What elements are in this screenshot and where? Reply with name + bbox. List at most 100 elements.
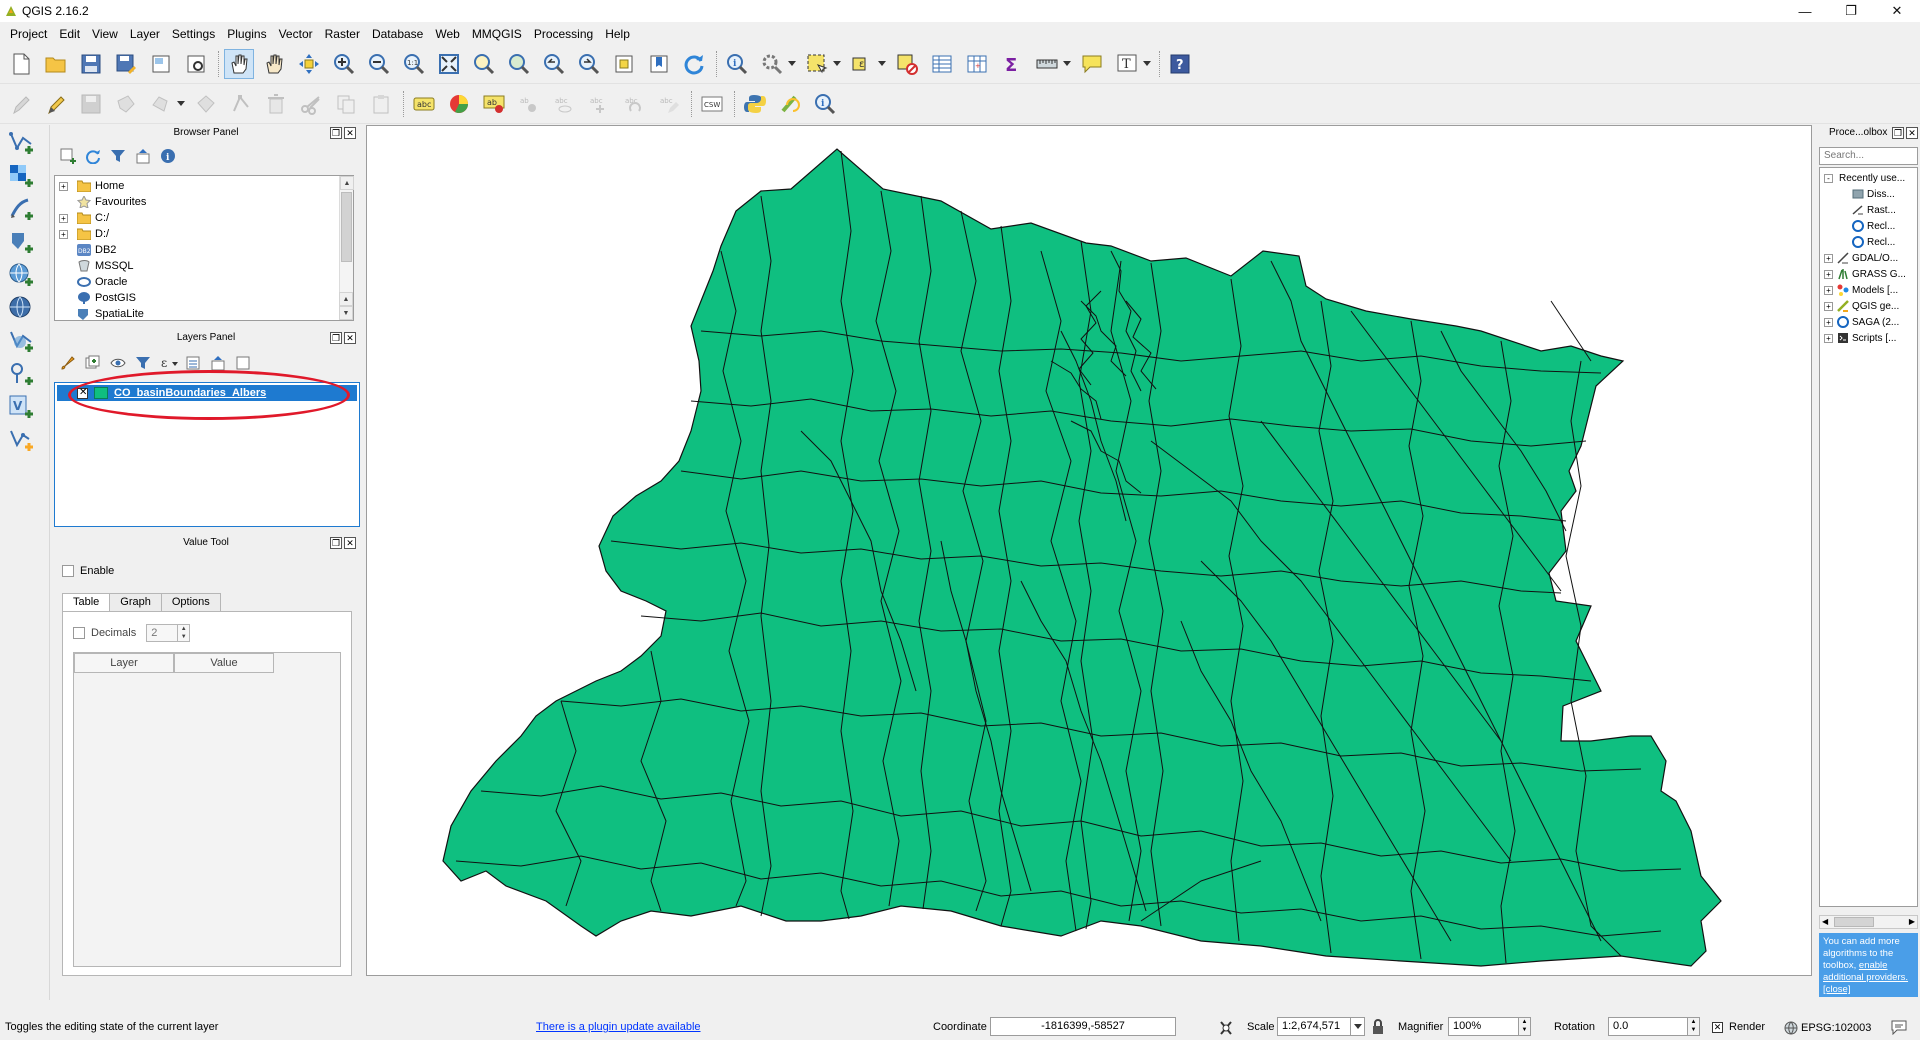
toolbox-item-dissolve[interactable]: Diss... [1820, 186, 1917, 202]
menu-project[interactable]: Project [4, 24, 53, 44]
plugin-update-link[interactable]: There is a plugin update available [536, 1021, 701, 1033]
select-by-value-button[interactable]: ε [847, 49, 877, 79]
collapse-all-layers-button[interactable] [210, 355, 226, 371]
current-edits-button[interactable] [6, 89, 36, 119]
toggle-extents-icon[interactable] [1218, 1020, 1234, 1036]
processing-search-input[interactable]: Search... [1819, 147, 1918, 165]
browser-item-db2[interactable]: DB2 DB2 [55, 242, 353, 258]
menu-layer[interactable]: Layer [124, 24, 166, 44]
expand-icon[interactable]: + [59, 181, 68, 191]
deselect-all-button[interactable] [892, 49, 922, 79]
measure-dropdown-icon[interactable] [1063, 61, 1071, 66]
zoom-to-selection-button[interactable] [469, 49, 499, 79]
manage-visibility-button[interactable] [110, 355, 126, 371]
text-annotation-button[interactable]: T [1112, 49, 1142, 79]
processing-tree[interactable]: - Recently use... Diss... Rast... Recl...… [1819, 167, 1918, 907]
toolbox-item-models[interactable]: + Models [... [1820, 282, 1917, 298]
pan-map-button[interactable] [224, 48, 254, 79]
menu-vector[interactable]: Vector [273, 24, 319, 44]
plugin-reloader-button[interactable] [775, 89, 805, 119]
add-postgis-layer-button[interactable] [4, 359, 42, 389]
expand-icon[interactable]: + [59, 229, 68, 239]
change-label-button[interactable]: abc [654, 89, 684, 119]
copy-features-button[interactable] [331, 89, 361, 119]
zoom-last-button[interactable] [539, 49, 569, 79]
spin-arrows-icon[interactable]: ▲ ▼ [1687, 1018, 1699, 1035]
toggle-editing-button[interactable] [41, 89, 71, 119]
filter-by-expression-button[interactable]: ε [160, 355, 182, 371]
spin-arrows-icon[interactable]: ▲ ▼ [1518, 1018, 1530, 1035]
toolbox-item-reclassify-1[interactable]: Recl... [1820, 218, 1917, 234]
select-features-button[interactable] [802, 49, 832, 79]
add-feature-button[interactable] [111, 89, 141, 119]
toolbox-item-saga[interactable]: + SAGA (2... [1820, 314, 1917, 330]
add-delimited-text-button[interactable] [4, 194, 42, 224]
minimize-button[interactable]: — [1782, 0, 1828, 22]
expand-icon[interactable]: + [1824, 333, 1833, 343]
add-csw-layer-button[interactable]: CSW [697, 89, 727, 119]
menu-processing[interactable]: Processing [528, 24, 599, 44]
identify-features-button[interactable]: i [722, 49, 752, 79]
add-vector-layer-button[interactable] [4, 128, 42, 158]
new-shapefile-layer-button[interactable] [4, 425, 42, 455]
new-bookmark-button[interactable] [644, 49, 674, 79]
expand-icon[interactable]: + [1824, 317, 1833, 327]
pin-unpin-labels-button[interactable]: ab [514, 89, 544, 119]
toolbox-item-recently-used[interactable]: - Recently use... [1820, 170, 1917, 186]
toolbox-item-scripts[interactable]: + Scripts [... [1820, 330, 1917, 346]
browser-item-mssql[interactable]: MSSQL [55, 258, 353, 274]
save-as-button[interactable] [111, 49, 141, 79]
refresh-browser-button[interactable] [85, 148, 101, 164]
close-panel-button[interactable]: ✕ [344, 537, 356, 549]
zoom-to-layer-button[interactable] [504, 49, 534, 79]
show-hide-labels-button[interactable]: abc [549, 89, 579, 119]
enable-checkbox[interactable] [62, 565, 74, 577]
menu-view[interactable]: View [86, 24, 124, 44]
add-raster-layer-button[interactable] [4, 161, 42, 191]
add-wms-layer-button[interactable] [4, 260, 42, 290]
add-wfs-layer-button[interactable] [4, 326, 42, 356]
tab-graph[interactable]: Graph [109, 593, 162, 611]
scroll-up-icon[interactable]: ▲ [340, 176, 354, 190]
map-canvas[interactable] [366, 125, 1812, 976]
float-panel-button[interactable]: ❐ [330, 537, 342, 549]
scroll-thumb[interactable] [341, 192, 352, 262]
menu-help[interactable]: Help [599, 24, 636, 44]
map-tips-button[interactable] [1077, 49, 1107, 79]
delete-selected-button[interactable] [261, 89, 291, 119]
scroll-thumb[interactable] [1834, 917, 1874, 927]
add-selected-layers-button[interactable] [60, 148, 76, 164]
restore-button[interactable]: ❐ [1828, 0, 1874, 22]
pan-to-selection-button[interactable] [294, 49, 324, 79]
add-part-button[interactable] [146, 89, 176, 119]
decimals-checkbox[interactable] [73, 627, 85, 639]
toolbox-item-reclassify-2[interactable]: Recl... [1820, 234, 1917, 250]
scroll-left-icon[interactable]: ◀ [1822, 917, 1828, 926]
field-calculator-button[interactable]: + [962, 49, 992, 79]
close-button[interactable]: ✕ [1874, 0, 1920, 22]
zoom-next-button[interactable] [574, 49, 604, 79]
toolbox-item-qgis-geoalgorithms[interactable]: + QGIS ge... [1820, 298, 1917, 314]
help-contents-button[interactable]: ? [1165, 49, 1195, 79]
add-spatialite-layer-button[interactable] [4, 227, 42, 257]
menu-settings[interactable]: Settings [166, 24, 221, 44]
browser-item-oracle[interactable]: Oracle [55, 274, 353, 290]
select-dropdown-icon[interactable] [833, 61, 841, 66]
node-tool-button[interactable] [226, 89, 256, 119]
collapse-all-button[interactable] [135, 148, 151, 164]
move-feature-button[interactable] [191, 89, 221, 119]
python-console-button[interactable] [740, 89, 770, 119]
paste-features-button[interactable] [366, 89, 396, 119]
measure-line-button[interactable] [1032, 49, 1062, 79]
float-panel-button[interactable]: ❐ [330, 127, 342, 139]
column-header-layer[interactable]: Layer [74, 653, 174, 673]
menu-edit[interactable]: Edit [53, 24, 86, 44]
browser-item-postgis[interactable]: PostGIS [55, 290, 353, 306]
add-wcs-layer-button[interactable] [4, 293, 42, 323]
zoom-out-button[interactable] [364, 49, 394, 79]
save-project-button[interactable] [76, 49, 106, 79]
messages-icon[interactable] [1890, 1019, 1908, 1035]
browser-item-d-drive[interactable]: + D:/ [55, 226, 353, 242]
crs-status-button[interactable]: EPSG:102003 [1784, 1021, 1871, 1035]
layer-diagram-options-button[interactable] [444, 89, 474, 119]
